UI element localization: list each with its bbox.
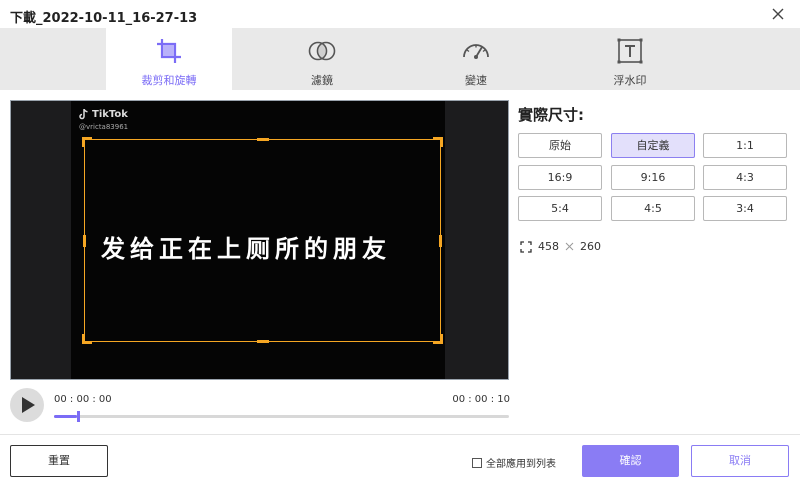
window-title: 下載_2022-10-11_16-27-13 bbox=[10, 11, 198, 26]
crop-icon bbox=[154, 36, 184, 66]
tab-bar: 裁剪和旋轉 濾鏡 變速 浮水印 bbox=[0, 28, 800, 90]
ratio-5-4[interactable]: 5:4 bbox=[518, 196, 602, 221]
apply-all-option[interactable]: 全部應用到列表 bbox=[472, 455, 556, 470]
progress-handle[interactable] bbox=[76, 411, 80, 422]
video-preview: TikTok @vricta83961 发给正在上厕所的朋友 bbox=[10, 100, 509, 380]
cancel-button[interactable]: 取消 bbox=[691, 445, 789, 477]
ratio-9-16[interactable]: 9:16 bbox=[611, 165, 695, 190]
tiktok-icon bbox=[79, 109, 88, 120]
ratio-16-9[interactable]: 16:9 bbox=[518, 165, 602, 190]
video-frame: TikTok @vricta83961 发给正在上厕所的朋友 bbox=[71, 101, 445, 379]
tab-watermark[interactable]: 浮水印 bbox=[567, 28, 693, 90]
resize-icon bbox=[520, 240, 532, 253]
reset-button[interactable]: 重置 bbox=[10, 445, 108, 477]
tab-filter[interactable]: 濾鏡 bbox=[259, 28, 385, 90]
title-bar: 下載_2022-10-11_16-27-13 bbox=[0, 0, 800, 28]
ratio-4-3[interactable]: 4:3 bbox=[703, 165, 787, 190]
ratio-custom[interactable]: 自定義 bbox=[611, 133, 695, 158]
progress-slider[interactable] bbox=[54, 411, 509, 422]
crop-handle-bottom-right[interactable] bbox=[433, 334, 443, 344]
speed-icon bbox=[461, 36, 491, 66]
tab-speed[interactable]: 變速 bbox=[413, 28, 539, 90]
tab-label: 浮水印 bbox=[613, 74, 647, 87]
apply-all-checkbox[interactable] bbox=[472, 457, 482, 468]
crop-handle-top-left[interactable] bbox=[82, 137, 92, 147]
dimensions-readout: 458 260 bbox=[520, 240, 601, 253]
progress-fill bbox=[54, 415, 77, 418]
crop-handle-bottom[interactable] bbox=[257, 340, 269, 343]
ratio-4-5[interactable]: 4:5 bbox=[611, 196, 695, 221]
tab-label: 變速 bbox=[465, 74, 487, 87]
footer-bar: 重置 全部應用到列表 確認 取消 bbox=[0, 434, 800, 485]
player-controls: 00 : 00 : 00 00 : 00 : 10 bbox=[10, 386, 510, 426]
close-icon[interactable] bbox=[770, 6, 786, 22]
crop-handle-right[interactable] bbox=[439, 235, 442, 247]
tab-label: 濾鏡 bbox=[311, 74, 333, 87]
filter-icon bbox=[307, 36, 337, 66]
crop-handle-top[interactable] bbox=[257, 138, 269, 141]
times-icon bbox=[565, 242, 574, 251]
ratio-1-1[interactable]: 1:1 bbox=[703, 133, 787, 158]
play-button[interactable] bbox=[10, 388, 44, 422]
apply-all-label: 全部應用到列表 bbox=[486, 459, 556, 470]
tab-crop-rotate[interactable]: 裁剪和旋轉 bbox=[106, 28, 232, 90]
play-icon bbox=[22, 397, 35, 413]
ratio-original[interactable]: 原始 bbox=[518, 133, 602, 158]
crop-handle-bottom-left[interactable] bbox=[82, 334, 92, 344]
width-value: 458 bbox=[538, 240, 559, 253]
tiktok-logo: TikTok bbox=[79, 109, 128, 120]
height-value: 260 bbox=[580, 240, 601, 253]
tiktok-brand: TikTok bbox=[92, 109, 128, 120]
crop-handle-top-right[interactable] bbox=[433, 137, 443, 147]
ratio-3-4[interactable]: 3:4 bbox=[703, 196, 787, 221]
total-time: 00 : 00 : 10 bbox=[452, 394, 510, 405]
tiktok-username: @vricta83961 bbox=[79, 123, 129, 131]
current-time: 00 : 00 : 00 bbox=[54, 394, 112, 405]
crop-handle-left[interactable] bbox=[83, 235, 86, 247]
watermark-icon bbox=[615, 36, 645, 66]
actual-size-title: 實際尺寸: bbox=[518, 106, 584, 124]
confirm-button[interactable]: 確認 bbox=[582, 445, 679, 477]
video-caption: 发给正在上厕所的朋友 bbox=[101, 235, 391, 263]
tab-label: 裁剪和旋轉 bbox=[141, 74, 197, 87]
